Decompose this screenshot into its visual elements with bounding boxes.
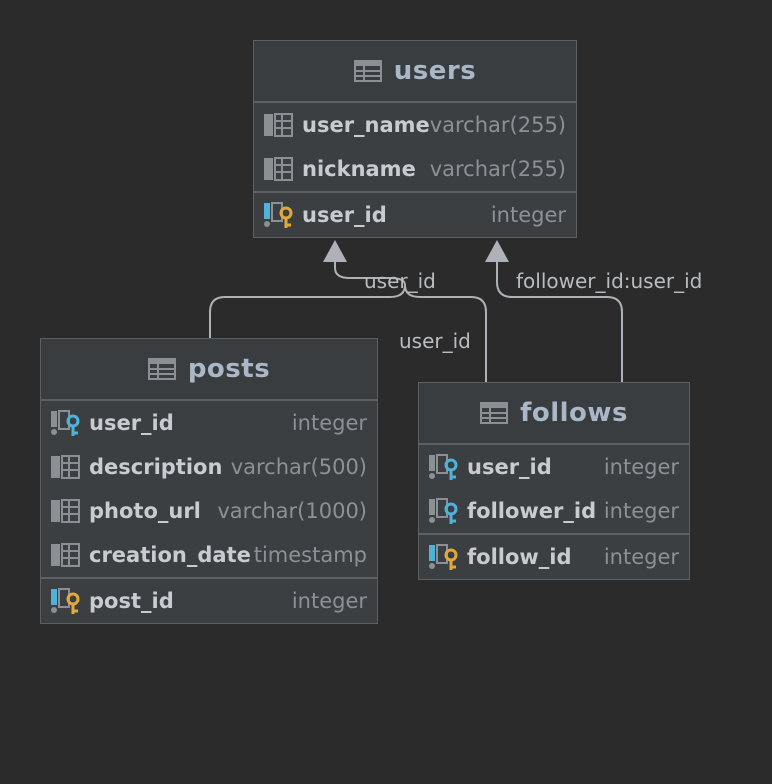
edge-label-follows-follower: follower_id:user_id [516, 269, 703, 293]
arrowhead-posts-users [323, 240, 347, 262]
table-title: users [393, 56, 477, 86]
key-row[interactable]: user_id integer [254, 193, 576, 237]
column-row[interactable]: user_name varchar(255) [254, 103, 576, 147]
column-type: integer [291, 411, 367, 435]
key-row[interactable]: post_id integer [41, 579, 377, 623]
column-type: integer [603, 545, 679, 569]
column-icon [51, 543, 80, 567]
column-name: follower_id [467, 499, 597, 523]
column-row[interactable]: user_id integer [419, 445, 689, 489]
column-type: timestamp [253, 543, 367, 567]
column-name: description [89, 455, 223, 479]
column-name: user_name [302, 113, 430, 137]
column-type: varchar(255) [429, 157, 566, 181]
table-header: users [254, 41, 576, 103]
primary-key-icon [51, 588, 80, 614]
arrowhead-follows-follower [485, 240, 509, 262]
column-type: integer [291, 589, 367, 613]
table-users[interactable]: users user_name varchar(255) nickname va… [253, 40, 577, 238]
table-icon [480, 402, 509, 424]
column-type: varchar(1000) [217, 499, 367, 523]
key-row[interactable]: follow_id integer [419, 535, 689, 579]
primary-key-icon [264, 202, 293, 228]
table-icon [353, 60, 382, 82]
column-type: varchar(500) [230, 455, 367, 479]
column-icon [264, 157, 293, 181]
column-name: photo_url [89, 499, 201, 523]
column-type: varchar(255) [429, 113, 566, 137]
column-icon [51, 455, 80, 479]
column-type: integer [603, 455, 679, 479]
table-posts[interactable]: posts user_id integer description varcha… [40, 338, 378, 624]
column-icon [264, 113, 293, 137]
foreign-key-icon [429, 498, 458, 524]
foreign-key-icon [51, 410, 80, 436]
column-row[interactable]: photo_url varchar(1000) [41, 489, 377, 533]
column-name: user_id [89, 411, 174, 435]
er-diagram: user_id user_id follower_id:user_id user… [0, 0, 772, 784]
table-title: follows [520, 398, 628, 428]
column-name: nickname [302, 157, 416, 181]
column-icon [51, 499, 80, 523]
column-row[interactable]: user_id integer [41, 401, 377, 445]
table-header: posts [41, 339, 377, 401]
column-name: user_id [302, 203, 387, 227]
column-name: post_id [89, 589, 174, 613]
table-icon [147, 358, 176, 380]
table-header: follows [419, 383, 689, 445]
column-type: integer [490, 203, 566, 227]
primary-key-icon [429, 544, 458, 570]
column-name: follow_id [467, 545, 572, 569]
column-row[interactable]: creation_date timestamp [41, 533, 377, 577]
table-follows[interactable]: follows user_id integer follower_id inte… [418, 382, 690, 580]
foreign-key-icon [429, 454, 458, 480]
column-name: user_id [467, 455, 552, 479]
column-type: integer [603, 499, 679, 523]
table-title: posts [187, 354, 271, 384]
edge-label-posts-users: user_id [364, 269, 436, 293]
column-row[interactable]: follower_id integer [419, 489, 689, 533]
column-row[interactable]: description varchar(500) [41, 445, 377, 489]
column-row[interactable]: nickname varchar(255) [254, 147, 576, 191]
edge-label-follows-user: user_id [399, 329, 471, 353]
column-name: creation_date [89, 543, 251, 567]
